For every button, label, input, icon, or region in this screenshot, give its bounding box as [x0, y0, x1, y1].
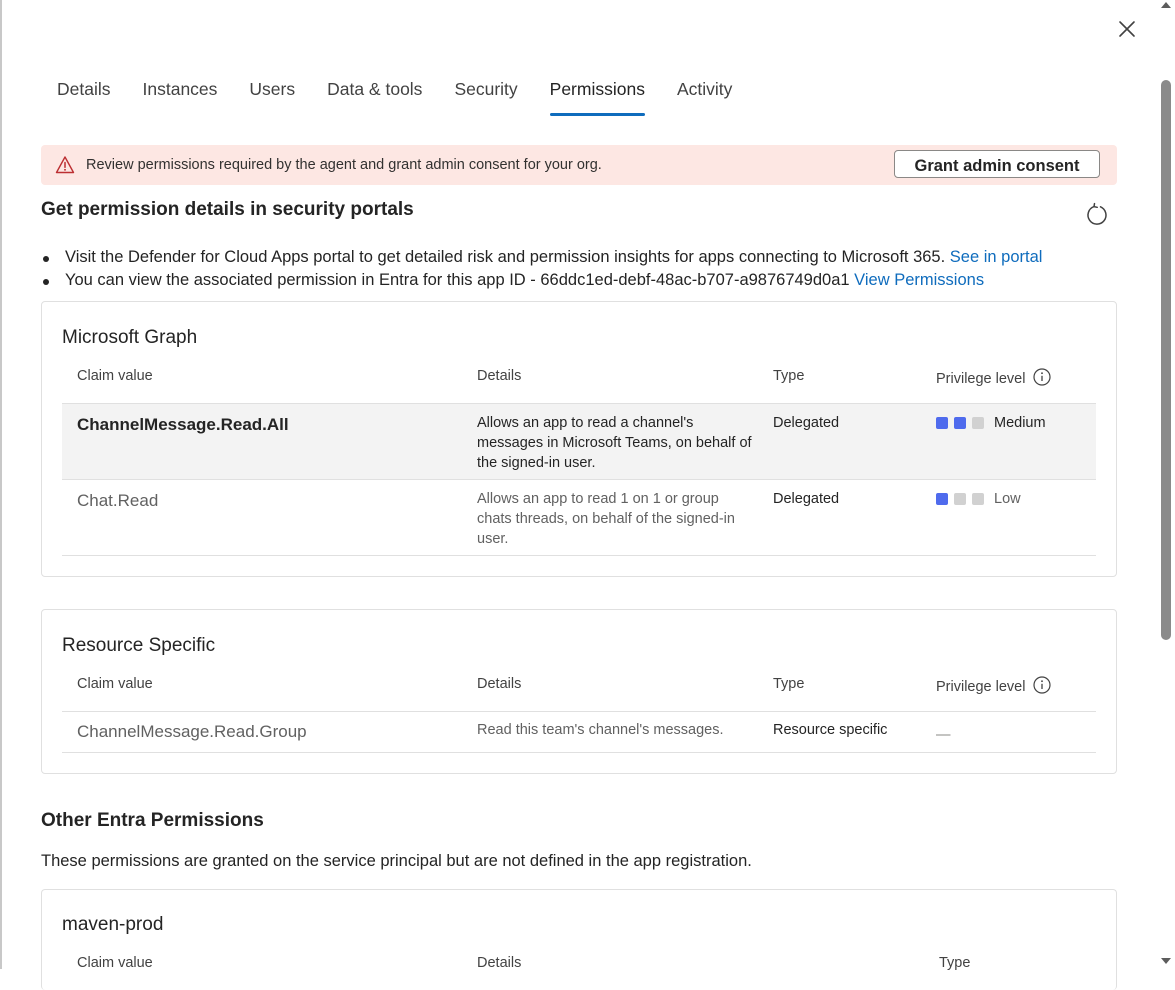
claim-value: ChannelMessage.Read.Group	[77, 722, 307, 741]
card-title: Microsoft Graph	[62, 327, 198, 348]
table-row[interactable]: ChannelMessage.Read.All Allows an app to…	[62, 403, 1096, 480]
card-title: Resource Specific	[62, 635, 216, 656]
permission-details: Allows an app to read a channel's messag…	[477, 415, 752, 471]
refresh-icon[interactable]	[1083, 201, 1111, 229]
bullet-defender: Visit the Defender for Cloud Apps portal…	[41, 246, 1131, 269]
portal-bullets: Visit the Defender for Cloud Apps portal…	[41, 246, 1131, 292]
consent-banner: Review permissions required by the agent…	[41, 145, 1117, 185]
column-privilege: Privilege level	[936, 368, 1052, 387]
bullet-entra: You can view the associated permission i…	[41, 269, 1131, 292]
scrollbar-thumb[interactable]	[1161, 80, 1171, 640]
column-privilege-label: Privilege level	[936, 679, 1026, 695]
level-bar	[972, 493, 984, 505]
bullet-entra-text: You can view the associated permission i…	[65, 271, 850, 289]
column-type: Type	[773, 676, 805, 692]
table-row[interactable]: ChannelMessage.Read.Group Read this team…	[62, 711, 1096, 753]
other-permissions-title: Other Entra Permissions	[41, 810, 264, 831]
row-divider	[62, 555, 1096, 556]
permission-type: Resource specific	[773, 722, 888, 738]
view-permissions-link[interactable]: View Permissions	[854, 271, 984, 289]
privilege-level-label: Low	[994, 491, 1021, 507]
column-claim: Claim value	[77, 676, 153, 692]
claim-value: ChannelMessage.Read.All	[77, 415, 289, 434]
portal-section-title: Get permission details in security porta…	[41, 199, 414, 220]
column-privilege: Privilege level	[936, 676, 1052, 695]
table-row[interactable]: Chat.Read Allows an app to read 1 on 1 o…	[62, 479, 1096, 556]
info-icon[interactable]	[1033, 676, 1052, 694]
close-icon	[1119, 21, 1135, 37]
tab-bar: Details Instances Users Data & tools Sec…	[41, 70, 748, 118]
column-privilege-label: Privilege level	[936, 371, 1026, 387]
other-permissions-description: These permissions are granted on the ser…	[41, 852, 752, 870]
column-claim: Claim value	[77, 368, 153, 384]
warning-icon	[55, 156, 75, 174]
permission-details: Read this team's channel's messages.	[477, 722, 724, 738]
tab-data-tools[interactable]: Data & tools	[311, 70, 438, 117]
column-type: Type	[773, 368, 805, 384]
level-bar	[936, 417, 948, 429]
scroll-down-arrow[interactable]	[1161, 958, 1171, 964]
scroll-up-arrow[interactable]	[1161, 2, 1171, 8]
tab-permissions[interactable]: Permissions	[534, 70, 661, 117]
level-bar	[954, 417, 966, 429]
microsoft-graph-card: Microsoft Graph Claim value Details Type…	[41, 301, 1117, 577]
privilege-level: Low	[936, 491, 1021, 507]
permission-type: Delegated	[773, 491, 840, 507]
level-bar	[954, 493, 966, 505]
permission-details: Allows an app to read 1 on 1 or group ch…	[477, 491, 735, 547]
panel-left-edge	[0, 0, 2, 969]
close-button[interactable]	[1112, 14, 1142, 44]
maven-prod-card: maven-prod Claim value Details Type	[41, 889, 1117, 990]
tab-activity[interactable]: Activity	[661, 70, 748, 117]
privilege-level: —	[936, 727, 951, 743]
bullet-defender-text: Visit the Defender for Cloud Apps portal…	[65, 248, 946, 266]
tab-instances[interactable]: Instances	[127, 70, 234, 117]
tab-security[interactable]: Security	[438, 70, 533, 117]
resource-specific-card: Resource Specific Claim value Details Ty…	[41, 609, 1117, 774]
tab-users[interactable]: Users	[233, 70, 311, 117]
column-details: Details	[477, 676, 522, 692]
level-bar	[972, 417, 984, 429]
info-icon[interactable]	[1033, 368, 1052, 386]
tab-details[interactable]: Details	[41, 70, 127, 117]
level-bar	[936, 493, 948, 505]
row-divider	[62, 752, 1096, 753]
privilege-level: Medium	[936, 415, 1046, 431]
column-details: Details	[477, 368, 522, 384]
see-in-portal-link[interactable]: See in portal	[950, 248, 1043, 266]
banner-message: Review permissions required by the agent…	[86, 157, 602, 173]
grant-admin-consent-button[interactable]: Grant admin consent	[894, 150, 1100, 178]
permission-type: Delegated	[773, 415, 840, 431]
claim-value: Chat.Read	[77, 491, 159, 510]
card-title: maven-prod	[62, 914, 164, 935]
privilege-level-label: Medium	[994, 415, 1046, 431]
